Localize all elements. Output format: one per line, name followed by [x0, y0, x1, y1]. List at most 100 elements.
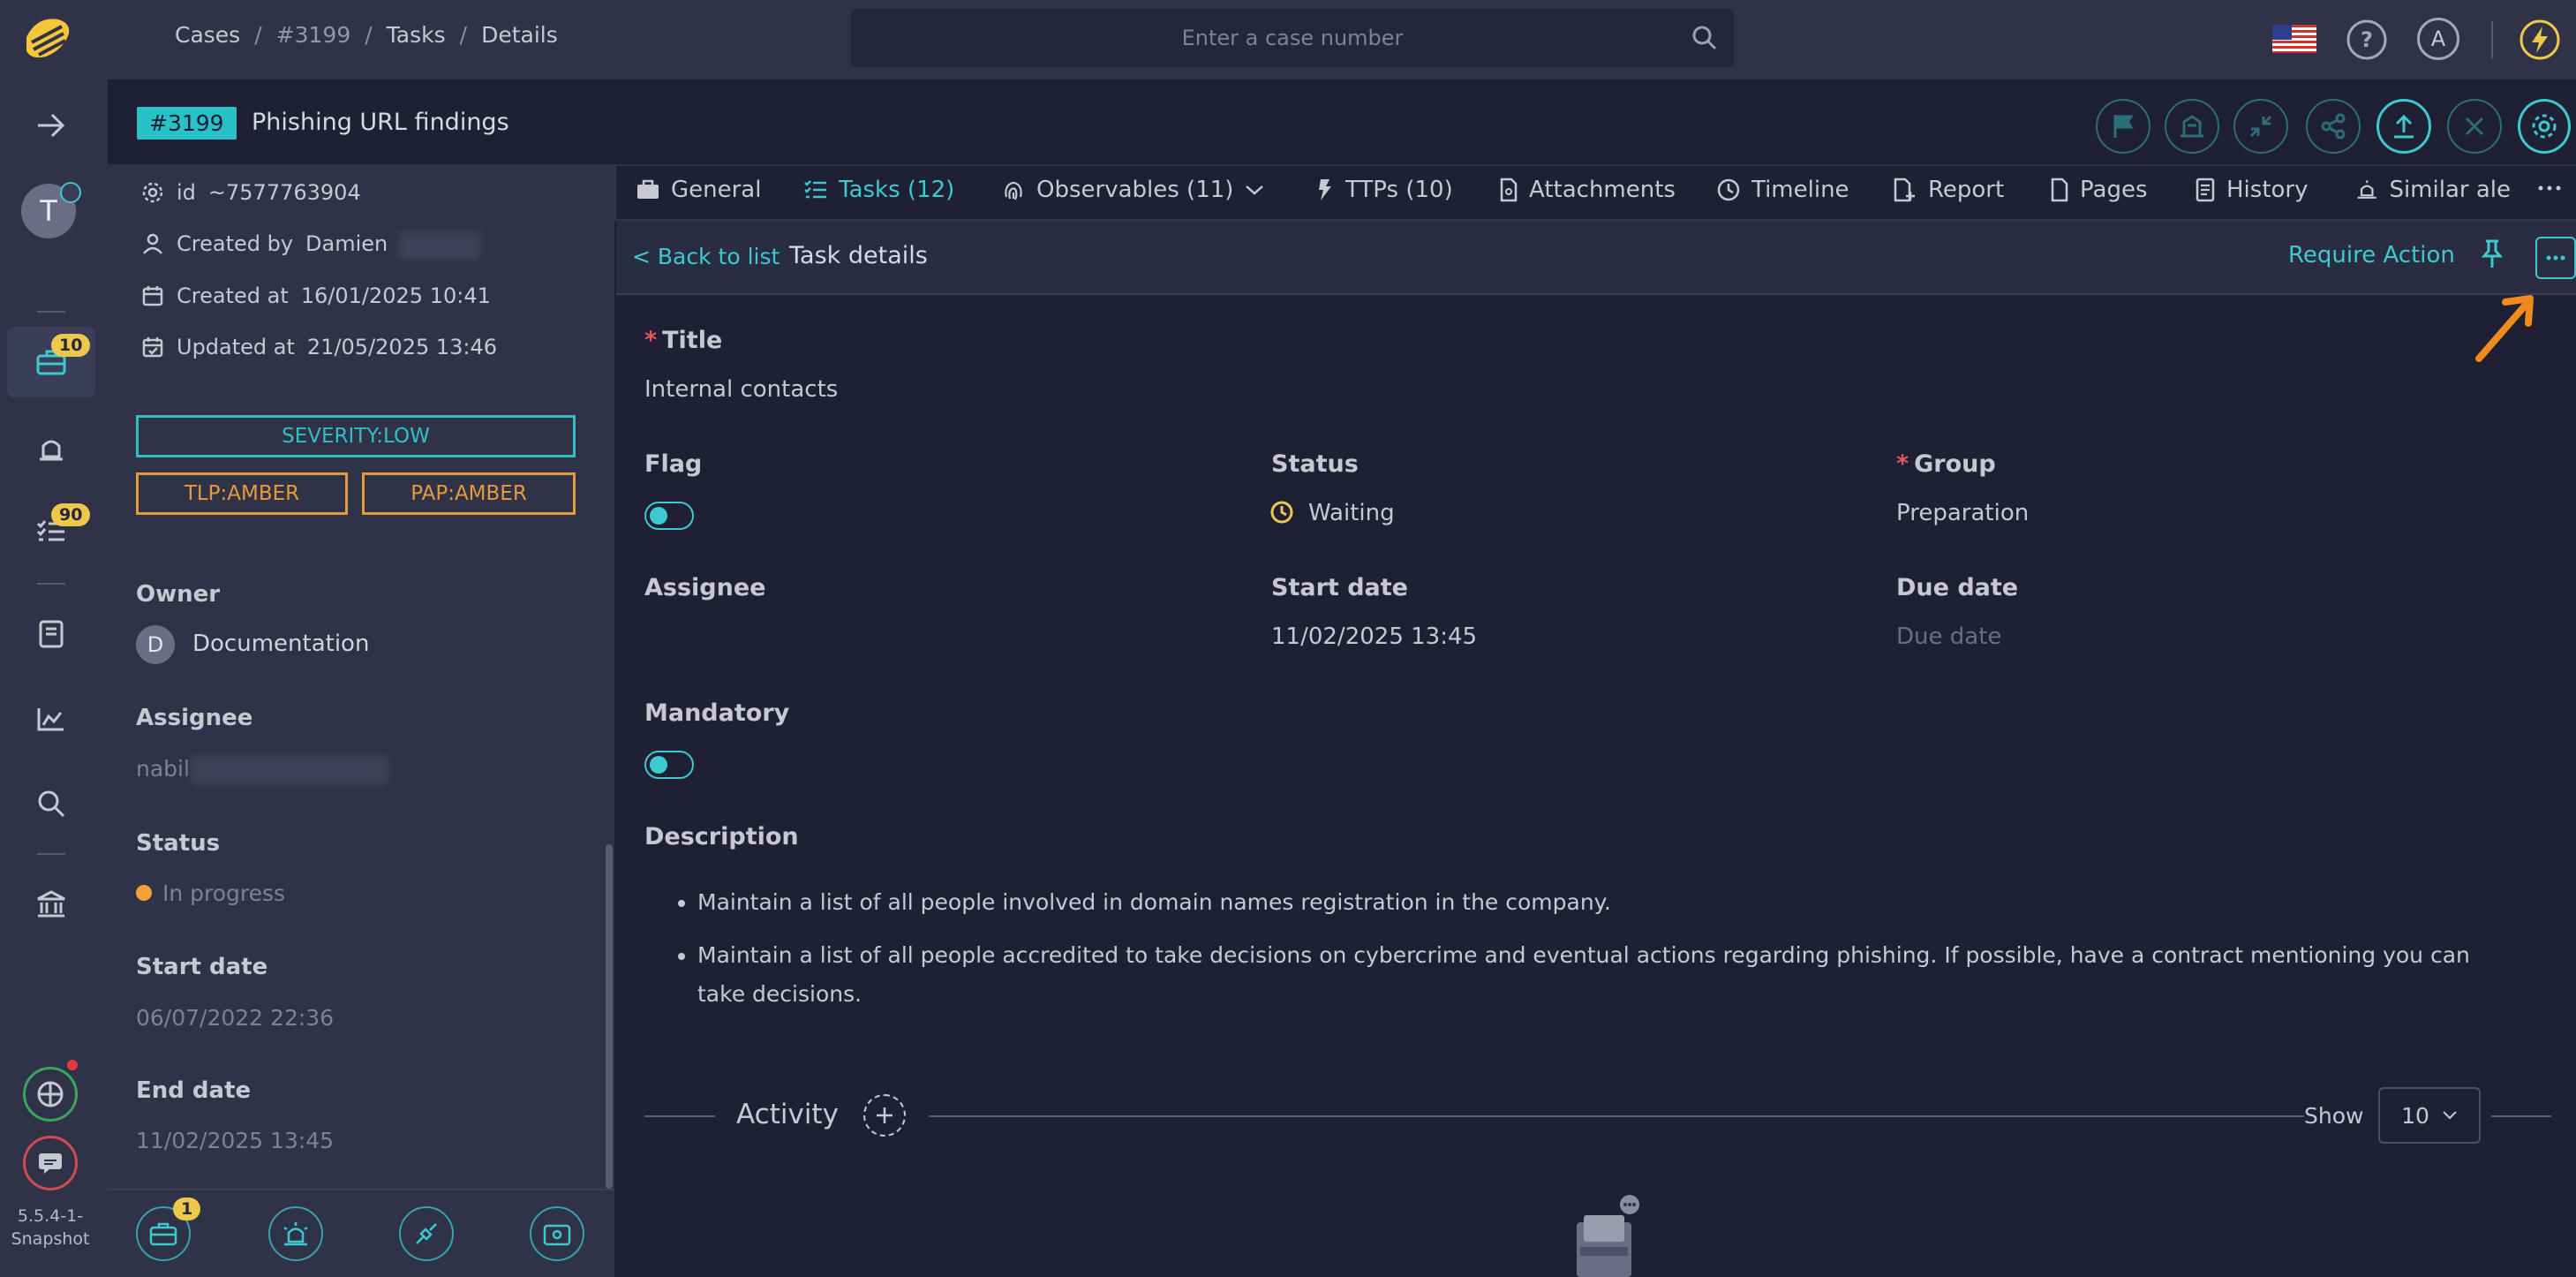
due-date-input[interactable]: Due date: [1896, 623, 2001, 650]
breadcrumb-tasks[interactable]: Tasks: [387, 22, 446, 48]
rail-divider: [37, 311, 65, 313]
start-date-value[interactable]: 11/02/2025 13:45: [1271, 623, 1477, 650]
status-label: Status: [1271, 450, 1359, 478]
status-label: Status: [136, 830, 221, 857]
attack-pattern-icon: [1319, 179, 1331, 200]
tab-label: History: [2226, 177, 2309, 203]
owner-avatar: D: [136, 625, 175, 664]
alert-siren-button[interactable]: [268, 1206, 323, 1261]
tab-label: Timeline: [1751, 177, 1849, 203]
more-actions-button[interactable]: [2535, 237, 2576, 279]
title-value[interactable]: Internal contacts: [644, 376, 838, 403]
tab-label: Report: [1928, 177, 2005, 203]
search-icon[interactable]: [26, 779, 76, 828]
pap-tag[interactable]: PAP:AMBER: [362, 472, 576, 515]
group-value[interactable]: Preparation: [1896, 500, 2029, 526]
panel-scrollbar[interactable]: [606, 844, 613, 1189]
add-activity-button[interactable]: [863, 1094, 906, 1137]
updated-at-label: Updated at: [177, 335, 295, 359]
mandatory-toggle[interactable]: [644, 751, 694, 779]
created-at-row: Created at 16/01/2025 10:41: [141, 283, 491, 308]
chat-icon[interactable]: [23, 1136, 78, 1190]
description-list[interactable]: Maintain a list of all people involved i…: [697, 883, 2507, 1028]
tab-general[interactable]: General: [636, 177, 761, 203]
tab-ttps[interactable]: TTPs (10): [1315, 177, 1453, 203]
title-label-text: Title: [662, 327, 723, 354]
title-field-label: * Title: [644, 327, 722, 354]
owner-name: Documentation: [192, 631, 370, 657]
app-logo-icon[interactable]: [19, 11, 78, 69]
pin-icon[interactable]: [2479, 238, 2505, 270]
mandatory-label: Mandatory: [644, 699, 790, 727]
calendar-icon: [142, 286, 163, 306]
id-label: id: [177, 180, 196, 205]
alerts-icon[interactable]: [26, 424, 76, 473]
divider: [644, 1115, 715, 1117]
tab-report[interactable]: Report: [1893, 177, 2004, 203]
lightning-icon[interactable]: [2518, 18, 2562, 62]
gear-icon[interactable]: [2518, 99, 2571, 154]
us-flag-icon[interactable]: [2272, 25, 2316, 53]
app-version: 5.5.4-1-Snapshot: [11, 1206, 90, 1249]
tab-label: Pages: [2080, 177, 2148, 203]
updated-at-row: Updated at 21/05/2025 13:46: [141, 335, 497, 359]
tlp-tag[interactable]: TLP:AMBER: [136, 472, 348, 515]
case-search-input[interactable]: Enter a case number: [851, 9, 1734, 67]
breadcrumb-cases[interactable]: Cases: [175, 22, 240, 48]
flag-toggle[interactable]: [644, 502, 694, 530]
user-avatar[interactable]: A: [2417, 18, 2459, 60]
switch-org-icon[interactable]: [60, 182, 81, 203]
breadcrumb-separator: /: [254, 22, 262, 48]
case-settings-button[interactable]: [530, 1206, 584, 1261]
tab-pages[interactable]: Pages: [2050, 177, 2148, 203]
tab-label: Observables (11): [1036, 177, 1234, 203]
require-action-button[interactable]: Require Action: [2288, 242, 2455, 268]
breadcrumb-case-number[interactable]: #3199: [276, 22, 351, 48]
assignee-label: Assignee: [644, 574, 766, 601]
description-item: Maintain a list of all people accredited…: [697, 936, 2507, 1014]
assignee-field[interactable]: [644, 618, 998, 654]
breadcrumb-details: Details: [481, 22, 558, 48]
connectors-icon[interactable]: [23, 1067, 78, 1122]
flag-label: Flag: [644, 450, 703, 478]
tab-attachments[interactable]: Attachments: [1499, 177, 1676, 203]
tab-observables[interactable]: Observables (11): [1001, 177, 1265, 203]
flag-case-button[interactable]: [2096, 99, 2150, 154]
report-file-icon: [1894, 178, 1915, 202]
expand-arrow-icon[interactable]: [26, 101, 76, 150]
user-icon: [143, 233, 162, 254]
assignee-value: nabil: [136, 756, 190, 782]
severity-tag[interactable]: SEVERITY:LOW: [136, 415, 576, 457]
help-icon[interactable]: ?: [2345, 18, 2389, 62]
tab-history[interactable]: History: [2195, 177, 2309, 203]
tab-label: TTPs (10): [1345, 177, 1453, 203]
close-case-button[interactable]: [2447, 99, 2502, 154]
toggle-knob: [650, 756, 667, 774]
back-to-list-link[interactable]: < Back to list: [632, 244, 780, 269]
group-field-label: * Group: [1896, 450, 1996, 478]
share-icon[interactable]: [2306, 99, 2361, 154]
tab-label: Tasks (12): [839, 177, 955, 203]
export-upload-button[interactable]: [2376, 99, 2431, 154]
collapse-icon[interactable]: [2233, 99, 2288, 154]
status-value[interactable]: Waiting: [1308, 500, 1395, 526]
more-tabs-icon[interactable]: [2537, 184, 2562, 193]
chevron-down-icon[interactable]: [1244, 183, 1265, 197]
rail-divider: [37, 853, 65, 855]
breadcrumb: Cases / #3199 / Tasks / Details: [175, 22, 558, 48]
page-size-select[interactable]: 10: [2378, 1087, 2481, 1144]
start-date-label: Start date: [136, 954, 268, 980]
rail-divider: [37, 583, 65, 585]
history-list-icon: [2196, 178, 2215, 202]
dashboard-chart-icon[interactable]: [26, 694, 76, 744]
link-plug-button[interactable]: [399, 1206, 454, 1261]
tab-timeline[interactable]: Timeline: [1716, 177, 1849, 203]
search-icon[interactable]: [1691, 25, 1718, 51]
organisation-bank-icon[interactable]: [26, 880, 76, 929]
tab-tasks[interactable]: Tasks (12): [803, 177, 954, 203]
clock-icon: [1269, 500, 1294, 525]
knowledge-base-icon[interactable]: [26, 609, 76, 659]
tab-similar-alerts[interactable]: Similar ale: [2355, 177, 2511, 203]
annotation-arrow-icon: [2472, 291, 2542, 366]
merge-case-button[interactable]: [2165, 99, 2219, 154]
